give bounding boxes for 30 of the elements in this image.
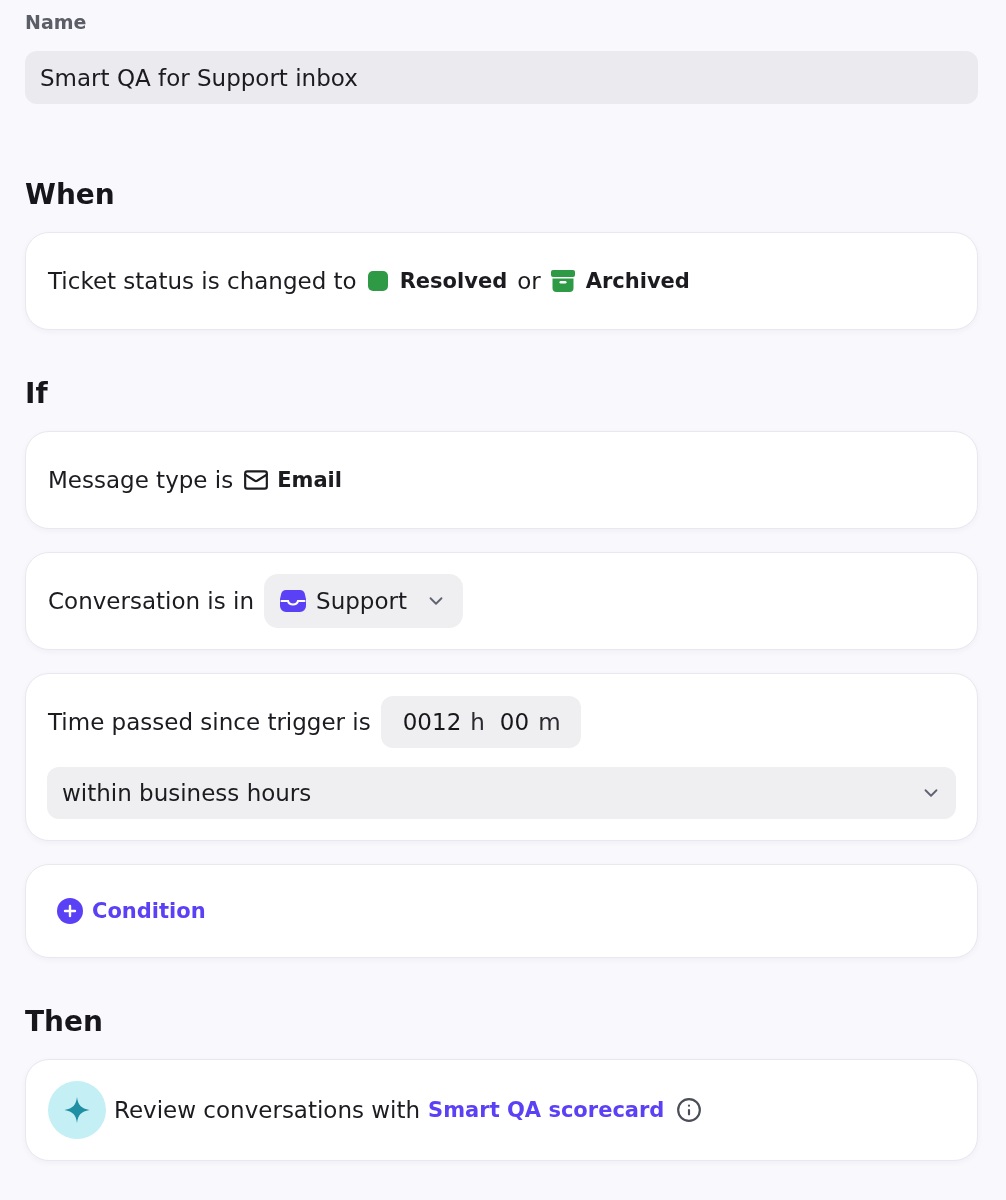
- plus-circle-icon: [57, 898, 83, 924]
- section-heading: Then: [25, 1004, 103, 1040]
- rule-text: Message type is: [48, 466, 234, 495]
- inbox-select[interactable]: Support: [264, 574, 463, 628]
- section-heading: If: [25, 376, 48, 412]
- minutes-value[interactable]: 00: [499, 707, 530, 737]
- hours-value[interactable]: 0012: [402, 707, 462, 737]
- business-hours-select[interactable]: within business hours: [47, 767, 956, 819]
- rule-text: Time passed since trigger is: [48, 708, 371, 737]
- rule-text: Review conversations with: [114, 1096, 421, 1125]
- minutes-unit: m: [538, 708, 561, 737]
- rule-text: Conversation is in: [48, 587, 255, 616]
- sparkle-icon: [48, 1081, 106, 1139]
- section-heading: When: [25, 177, 115, 213]
- square-status-icon: [367, 271, 388, 291]
- hours-unit: h: [470, 708, 485, 737]
- name-input[interactable]: Smart QA for Support inbox: [25, 51, 978, 104]
- rule-text: Ticket status is changed to: [48, 267, 357, 296]
- field-label: Name: [25, 10, 87, 35]
- scorecard-link[interactable]: Smart QA scorecard: [428, 1095, 665, 1125]
- mail-icon: [243, 467, 270, 493]
- info-icon[interactable]: [676, 1097, 703, 1123]
- rule-text: or: [517, 267, 541, 296]
- add-condition-button[interactable]: Condition: [53, 886, 210, 936]
- inbox-tray-icon: [280, 590, 307, 612]
- duration-field[interactable]: 0012 h 00 m: [380, 696, 581, 748]
- archive-box-icon: [550, 270, 575, 292]
- status-label: Resolved: [399, 268, 508, 295]
- status-label: Archived: [585, 268, 690, 295]
- message-type-label: Email: [277, 467, 342, 494]
